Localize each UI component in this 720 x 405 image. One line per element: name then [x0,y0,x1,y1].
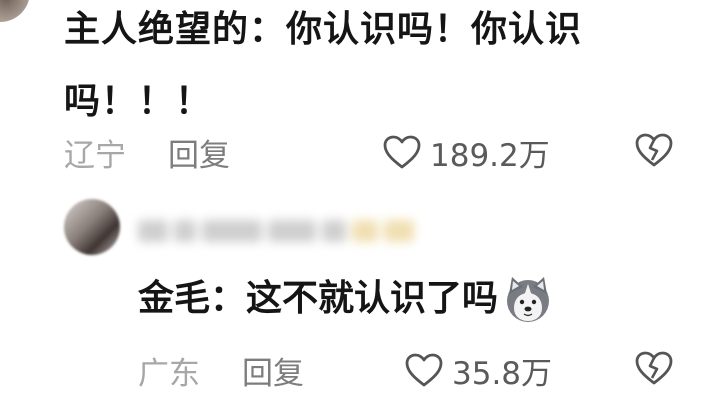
reply-avatar[interactable] [64,199,120,255]
husky-dog-emoji [507,277,550,322]
comment-thread: 主人绝望的：你认识吗！你认识吗！！！ 辽宁 回复 189.2万 金毛：这不就认识… [0,0,720,405]
comment-meta-row: 辽宁 回复 189.2万 [64,130,674,174]
comment-location: 辽宁 [64,137,126,174]
heart-outline-icon [383,135,421,169]
like-count: 35.8万 [452,355,553,392]
like-button[interactable]: 189.2万 [382,130,550,175]
reply-location: 广东 [138,355,200,392]
reply-button[interactable]: 回复 [242,348,304,393]
reply-text: 金毛：这不就认识了吗 [138,274,554,324]
like-count: 189.2万 [430,137,550,174]
broken-heart-icon[interactable] [634,132,674,168]
comment-text: 主人绝望的：你认识吗！你认识吗！！！ [64,9,583,122]
blurred-username [138,214,418,248]
reply-meta-row: 广东 回复 35.8万 [138,348,674,392]
reply-text-content: 金毛：这不就认识了吗 [138,278,499,319]
avatar[interactable] [0,0,30,22]
heart-outline-icon [405,353,443,387]
reply-button[interactable]: 回复 [168,130,230,175]
broken-heart-icon[interactable] [634,350,674,386]
like-button[interactable]: 35.8万 [404,348,552,393]
